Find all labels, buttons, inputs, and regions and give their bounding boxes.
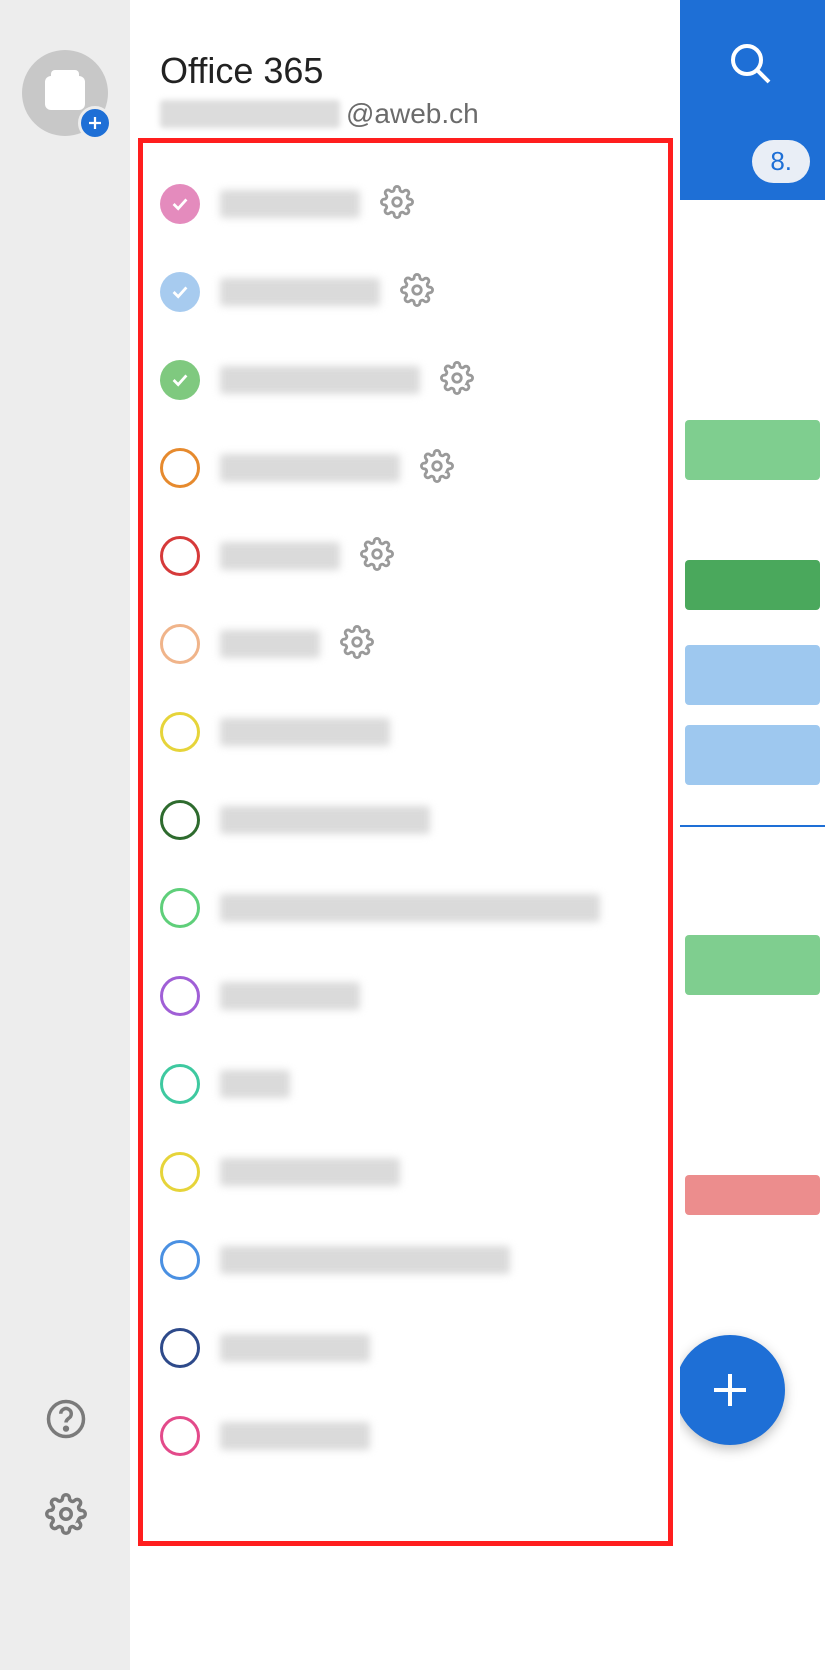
calendar-item[interactable] xyxy=(130,512,680,600)
gear-icon[interactable] xyxy=(360,537,396,576)
calendar-color-toggle[interactable] xyxy=(160,272,200,312)
left-rail xyxy=(0,0,130,1670)
calendar-color-toggle[interactable] xyxy=(160,360,200,400)
calendar-item[interactable] xyxy=(130,248,680,336)
calendar-color-toggle[interactable] xyxy=(160,888,200,928)
calendar-item[interactable] xyxy=(130,1040,680,1128)
settings-icon[interactable] xyxy=(45,1493,87,1540)
help-icon[interactable] xyxy=(45,1398,87,1445)
calendar-name-redacted xyxy=(220,1246,510,1274)
calendar-item[interactable] xyxy=(130,424,680,512)
calendar-item[interactable] xyxy=(130,1128,680,1216)
calendar-item[interactable] xyxy=(130,1216,680,1304)
calendar-name-redacted xyxy=(220,366,420,394)
search-icon[interactable] xyxy=(727,40,775,93)
current-time-indicator xyxy=(680,825,825,827)
calendar-item[interactable] xyxy=(130,776,680,864)
calendar-name-redacted xyxy=(220,454,400,482)
add-event-button[interactable] xyxy=(675,1335,785,1445)
gear-icon[interactable] xyxy=(340,625,376,664)
calendar-color-toggle[interactable] xyxy=(160,624,200,664)
date-badge[interactable]: 8. xyxy=(752,140,810,183)
calendar-color-toggle[interactable] xyxy=(160,1328,200,1368)
account-email: @aweb.ch xyxy=(160,98,650,130)
calendar-color-toggle[interactable] xyxy=(160,1240,200,1280)
calendar-color-toggle[interactable] xyxy=(160,976,200,1016)
calendar-color-toggle[interactable] xyxy=(160,536,200,576)
calendar-list xyxy=(130,150,680,1500)
calendar-item[interactable] xyxy=(130,864,680,952)
email-local-redacted xyxy=(160,100,340,128)
account-title: Office 365 xyxy=(160,50,650,92)
calendar-event[interactable] xyxy=(685,725,820,785)
calendar-color-toggle[interactable] xyxy=(160,1416,200,1456)
calendar-color-toggle[interactable] xyxy=(160,1064,200,1104)
calendar-event[interactable] xyxy=(685,420,820,480)
calendar-name-redacted xyxy=(220,278,380,306)
calendar-name-redacted xyxy=(220,1158,400,1186)
calendar-item[interactable] xyxy=(130,688,680,776)
calendar-color-toggle[interactable] xyxy=(160,448,200,488)
calendar-sidebar-panel: Office 365 @aweb.ch xyxy=(130,0,680,1670)
calendar-name-redacted xyxy=(220,894,600,922)
calendar-name-redacted xyxy=(220,1070,290,1098)
gear-icon[interactable] xyxy=(420,449,456,488)
account-header[interactable]: Office 365 @aweb.ch xyxy=(130,0,680,150)
calendar-item[interactable] xyxy=(130,160,680,248)
calendar-name-redacted xyxy=(220,806,430,834)
calendar-name-redacted xyxy=(220,1334,370,1362)
calendar-color-toggle[interactable] xyxy=(160,1152,200,1192)
gear-icon[interactable] xyxy=(400,273,436,312)
calendar-name-redacted xyxy=(220,630,320,658)
calendar-grid xyxy=(680,200,825,1670)
calendar-name-redacted xyxy=(220,542,340,570)
calendar-event[interactable] xyxy=(685,935,820,995)
email-domain: @aweb.ch xyxy=(346,98,479,130)
calendar-event[interactable] xyxy=(685,560,820,610)
calendar-color-toggle[interactable] xyxy=(160,800,200,840)
calendar-name-redacted xyxy=(220,1422,370,1450)
account-avatar[interactable] xyxy=(22,50,108,136)
calendar-event[interactable] xyxy=(685,645,820,705)
calendar-item[interactable] xyxy=(130,336,680,424)
calendar-color-toggle[interactable] xyxy=(160,184,200,224)
calendar-item[interactable] xyxy=(130,952,680,1040)
calendar-name-redacted xyxy=(220,982,360,1010)
calendar-item[interactable] xyxy=(130,600,680,688)
add-account-badge[interactable] xyxy=(78,106,112,140)
calendar-event[interactable] xyxy=(685,1175,820,1215)
calendar-item[interactable] xyxy=(130,1392,680,1480)
calendar-name-redacted xyxy=(220,718,390,746)
calendar-color-toggle[interactable] xyxy=(160,712,200,752)
gear-icon[interactable] xyxy=(380,185,416,224)
calendar-name-redacted xyxy=(220,190,360,218)
gear-icon[interactable] xyxy=(440,361,476,400)
calendar-item[interactable] xyxy=(130,1304,680,1392)
